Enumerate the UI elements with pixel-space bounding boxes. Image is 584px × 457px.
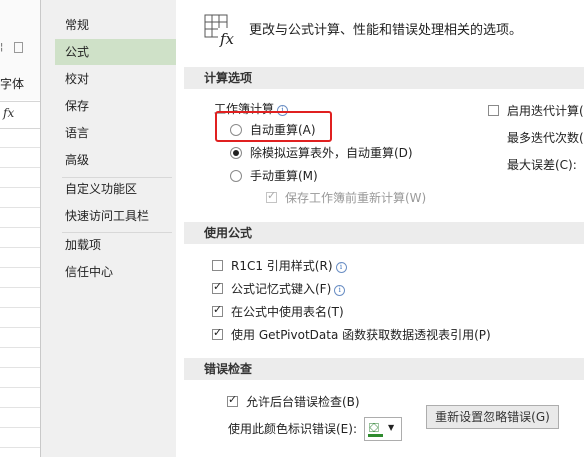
toolbar-divider-icon: ¦ <box>0 42 4 53</box>
background-error-label[interactable]: 允许后台错误检查(B) <box>246 394 360 410</box>
getpivotdata-label[interactable]: 使用 GetPivotData 函数获取数据透视表引用(P) <box>231 327 491 343</box>
options-nav: 常规 公式 校对 保存 语言 高级 自定义功能区 快速访问工具栏 加载项 信任中… <box>52 0 176 457</box>
section-error-checking: 错误检查 <box>184 358 584 380</box>
manual-calc-label[interactable]: 手动重算(M) <box>250 168 318 184</box>
nav-item-label: 信任中心 <box>65 265 114 279</box>
nav-item-label: 保存 <box>65 99 90 113</box>
r1c1-text: R1C1 引用样式(R) <box>231 259 333 273</box>
section-calc-options: 计算选项 <box>184 67 584 89</box>
nav-item-formulas[interactable]: 公式 <box>55 39 176 65</box>
error-color-label: 使用此颜色标识错误(E): <box>228 422 357 436</box>
nav-item-advanced[interactable]: 高级 <box>55 147 176 173</box>
copy-icon <box>14 42 23 53</box>
background-error-checkbox[interactable] <box>227 393 238 407</box>
nav-item-customize-ribbon[interactable]: 自定义功能区 <box>55 176 176 202</box>
highlight-box <box>215 111 332 142</box>
font-group-label: 字体 <box>0 77 25 91</box>
panel-description: 更改与公式计算、性能和错误处理相关的选项。 <box>249 23 523 38</box>
worksheet-grid[interactable] <box>0 128 40 457</box>
manual-calc-radio[interactable] <box>230 170 242 182</box>
recalc-before-save-label[interactable]: 保存工作簿前重新计算(W) <box>285 190 426 206</box>
iterative-calc-label[interactable]: 启用迭代计算( <box>507 103 584 119</box>
nav-gutter <box>176 0 184 457</box>
autocomplete-text: 公式记忆式键入(F) <box>231 282 332 296</box>
nav-item-add-ins[interactable]: 加载项 <box>55 232 176 258</box>
nav-item-label: 语言 <box>65 126 90 140</box>
formulas-panel: fx 更改与公式计算、性能和错误处理相关的选项。 计算选项 工作簿计算 i 自动重… <box>184 0 584 457</box>
max-iterations-label: 最多迭代次数( <box>507 131 584 145</box>
error-color-picker[interactable]: ⛋ ▼ <box>364 417 402 441</box>
r1c1-label[interactable]: R1C1 引用样式(R) i <box>231 258 347 274</box>
error-color-swatch <box>368 434 383 437</box>
formula-fx-icon: fx <box>204 14 238 48</box>
autocomplete-label[interactable]: 公式记忆式键入(F) i <box>231 281 346 297</box>
autocomplete-checkbox[interactable] <box>212 280 223 294</box>
r1c1-checkbox[interactable] <box>212 260 223 271</box>
iterative-calc-checkbox[interactable] <box>488 105 499 116</box>
table-names-label[interactable]: 在公式中使用表名(T) <box>231 304 344 320</box>
svg-text:fx: fx <box>219 30 235 48</box>
table-names-checkbox[interactable] <box>212 303 223 317</box>
nav-item-label: 高级 <box>65 153 90 167</box>
nav-item-proofing[interactable]: 校对 <box>55 66 176 92</box>
nav-item-trust-center[interactable]: 信任中心 <box>55 259 176 285</box>
nav-item-save[interactable]: 保存 <box>55 93 176 119</box>
nav-item-language[interactable]: 语言 <box>55 120 176 146</box>
insert-function-icon[interactable]: fx <box>3 106 14 120</box>
info-icon: i <box>335 262 347 273</box>
section-formulas: 使用公式 <box>184 222 584 244</box>
nav-item-label: 快速访问工具栏 <box>65 209 150 223</box>
auto-except-tables-radio[interactable] <box>230 147 242 159</box>
chevron-down-icon: ▼ <box>388 423 395 432</box>
nav-item-quick-access-toolbar[interactable]: 快速访问工具栏 <box>55 203 176 229</box>
recalc-before-save-checkbox[interactable] <box>266 189 277 203</box>
nav-item-label: 常规 <box>65 18 90 32</box>
auto-except-tables-label[interactable]: 除模拟运算表外，自动重算(D) <box>250 145 413 161</box>
nav-item-label: 自定义功能区 <box>65 182 138 196</box>
nav-item-label: 校对 <box>65 72 90 86</box>
nav-item-label: 加载项 <box>65 238 102 252</box>
nav-item-general[interactable]: 常规 <box>55 12 176 38</box>
excel-background: ¦ 字体 fx <box>0 0 53 457</box>
nav-item-label: 公式 <box>65 45 90 59</box>
info-icon: i <box>334 285 346 296</box>
getpivotdata-checkbox[interactable] <box>212 326 223 340</box>
max-change-label: 最大误差(C): <box>507 158 577 172</box>
reset-ignored-errors-button[interactable]: 重新设置忽略错误(G) <box>426 405 559 429</box>
